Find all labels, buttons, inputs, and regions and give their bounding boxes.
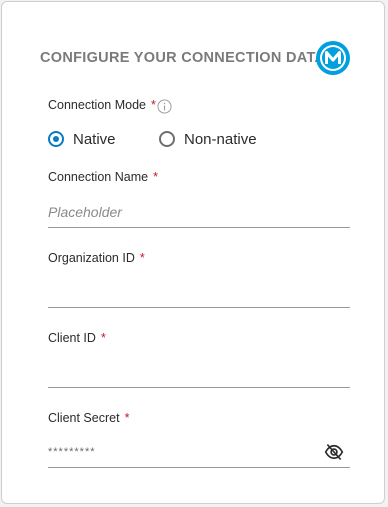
required-mark: * (150, 98, 156, 112)
radio-native[interactable]: Native (48, 127, 116, 151)
organization-id-field (48, 277, 350, 308)
eye-off-icon[interactable] (324, 443, 344, 461)
organization-id-label: Organization ID * (48, 251, 145, 265)
required-mark: * (139, 251, 145, 265)
client-id-label: Client ID * (48, 331, 106, 345)
connection-name-label-text: Connection Name (48, 170, 149, 184)
client-id-input[interactable] (48, 361, 318, 383)
required-mark: * (153, 170, 158, 184)
mulesoft-logo-icon (316, 41, 350, 75)
organization-id-input[interactable] (48, 281, 318, 303)
radio-native-label: Native (73, 130, 116, 148)
connection-mode-label-text: Connection Mode (48, 98, 146, 112)
radio-non-native-indicator[interactable] (159, 131, 175, 147)
radio-native-indicator[interactable] (48, 131, 64, 147)
connection-config-card: CONFIGURE YOUR CONNECTION DATA Connectio… (1, 1, 385, 504)
radio-non-native[interactable]: Non-native (159, 127, 257, 151)
connection-name-label: Connection Name * (48, 170, 158, 184)
connection-name-input[interactable] (48, 201, 318, 223)
client-secret-input[interactable] (48, 441, 318, 463)
connection-mode-label: Connection Mode * (48, 98, 156, 112)
client-id-label-text: Client ID (48, 331, 96, 345)
radio-non-native-label: Non-native (184, 130, 257, 148)
organization-id-label-text: Organization ID (48, 251, 135, 265)
required-mark: * (100, 331, 106, 345)
client-id-field (48, 357, 350, 388)
client-secret-label-text: Client Secret (48, 411, 120, 425)
required-mark: * (124, 411, 130, 425)
client-secret-field (48, 437, 350, 468)
client-secret-label: Client Secret * (48, 411, 129, 425)
connection-name-field (48, 197, 350, 228)
page-title: CONFIGURE YOUR CONNECTION DATA (40, 50, 326, 66)
info-icon[interactable] (157, 99, 172, 114)
